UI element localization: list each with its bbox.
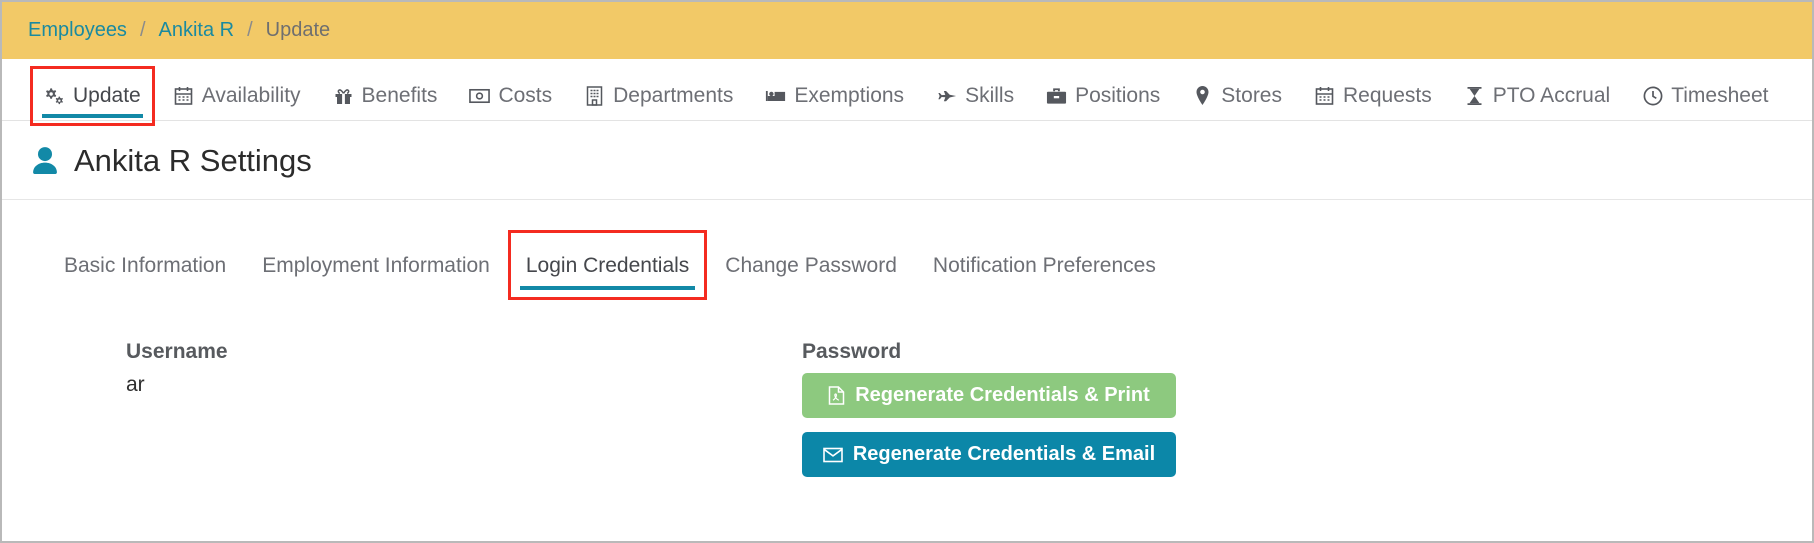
regenerate-credentials-print-button[interactable]: Regenerate Credentials & Print	[802, 373, 1176, 418]
breadcrumb-item-ankita-r[interactable]: Ankita R	[159, 19, 235, 42]
subtab-employment-information[interactable]: Employment Information	[244, 254, 508, 292]
breadcrumb-separator: /	[247, 19, 253, 41]
breadcrumb-item-update: Update	[265, 19, 331, 41]
tab-label: Requests	[1343, 84, 1432, 107]
username-column: Username ar	[2, 340, 802, 477]
tab-label: Positions	[1075, 84, 1161, 107]
building-icon	[584, 86, 605, 107]
tab-label: Skills	[965, 84, 1015, 107]
page-title-row: Ankita R Settings	[2, 121, 1812, 200]
tab-label: Update	[73, 84, 141, 107]
tab-pto-accrual[interactable]: PTO Accrual	[1448, 84, 1627, 120]
app-window: Employees / Ankita R / Update Update Ava…	[0, 0, 1814, 543]
tab-label: Costs	[498, 84, 553, 107]
button-label: Regenerate Credentials & Print	[855, 384, 1150, 406]
money-bill-icon	[469, 86, 491, 107]
tab-label: Availability	[201, 84, 301, 107]
primary-tabstrip-container: Update Availability Benefits Costs Depar…	[2, 59, 1812, 126]
tab-requests[interactable]: Requests	[1298, 84, 1448, 120]
envelope-icon	[823, 447, 843, 463]
subtab-change-password[interactable]: Change Password	[707, 254, 915, 292]
breadcrumb: Employees / Ankita R / Update	[2, 2, 1812, 59]
subtab-label: Notification Preferences	[932, 254, 1156, 277]
username-label: Username	[126, 340, 228, 363]
tab-label: Timesheet	[1671, 84, 1769, 107]
tab-departments[interactable]: Departments	[568, 84, 749, 120]
tab-label: PTO Accrual	[1492, 84, 1611, 107]
subtab-label: Login Credentials	[525, 254, 690, 277]
active-tab-underline	[42, 114, 143, 118]
calendar-icon	[173, 86, 194, 107]
regenerate-credentials-email-button[interactable]: Regenerate Credentials & Email	[802, 432, 1176, 477]
user-icon	[28, 144, 62, 178]
calendar-icon	[1314, 86, 1335, 107]
subtab-notification-preferences[interactable]: Notification Preferences	[915, 254, 1174, 292]
tab-positions[interactable]: Positions	[1030, 84, 1176, 120]
fighter-jet-icon	[936, 86, 957, 107]
sub-tabstrip: Basic Information Employment Information…	[2, 200, 1812, 300]
tab-stores[interactable]: Stores	[1176, 84, 1298, 120]
hourglass-icon	[1464, 86, 1485, 107]
tab-label: Departments	[613, 84, 734, 107]
tab-label: Benefits	[361, 84, 438, 107]
subtab-login-credentials[interactable]: Login Credentials	[507, 230, 708, 300]
clock-icon	[1642, 86, 1663, 107]
username-value: ar	[126, 373, 145, 396]
tab-timesheet[interactable]: Timesheet	[1626, 84, 1784, 120]
subtab-label: Change Password	[725, 254, 897, 277]
password-label: Password	[802, 340, 902, 363]
gift-icon	[333, 86, 354, 107]
map-marker-icon	[1192, 86, 1213, 107]
page-title: Ankita R Settings	[74, 143, 312, 178]
file-pdf-icon	[828, 386, 845, 405]
tab-benefits[interactable]: Benefits	[317, 84, 454, 120]
bed-icon	[765, 86, 786, 107]
tab-costs[interactable]: Costs	[453, 84, 568, 120]
active-subtab-underline	[519, 286, 696, 290]
breadcrumb-item-employees[interactable]: Employees	[28, 19, 127, 42]
breadcrumb-separator: /	[139, 19, 146, 41]
primary-tabstrip: Update Availability Benefits Costs Depar…	[12, 59, 1802, 126]
tab-label: Exemptions	[794, 84, 905, 107]
subtab-basic-information[interactable]: Basic Information	[46, 254, 244, 292]
tab-skills[interactable]: Skills	[920, 84, 1030, 120]
briefcase-icon	[1046, 86, 1067, 107]
tab-label: Stores	[1221, 84, 1282, 107]
tab-exemptions[interactable]: Exemptions	[749, 84, 920, 120]
login-credentials-panel: Username ar Password Regenerate Credenti…	[2, 292, 1812, 477]
password-column: Password Regenerate Credentials & Print	[802, 340, 1812, 477]
gears-icon	[44, 86, 65, 107]
subtab-label: Basic Information	[64, 254, 227, 277]
subtab-label: Employment Information	[262, 254, 490, 277]
button-label: Regenerate Credentials & Email	[852, 443, 1156, 465]
tab-update[interactable]: Update	[28, 66, 157, 126]
tab-availability[interactable]: Availability	[157, 84, 317, 120]
